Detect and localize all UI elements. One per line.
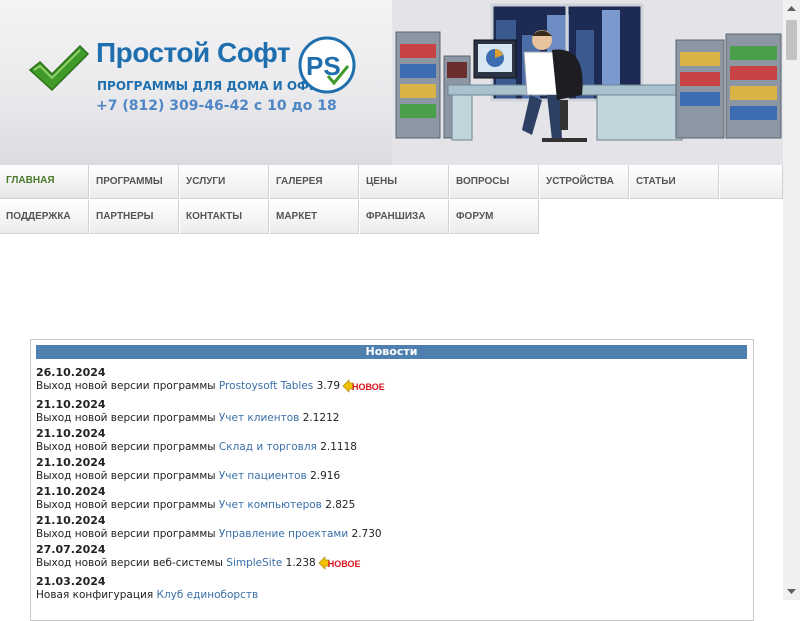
scroll-up-arrow-icon[interactable] — [783, 0, 800, 17]
nav-item-tseny[interactable]: ЦЕНЫ — [360, 165, 449, 199]
news-prefix: Выход новой версии веб-системы — [36, 557, 227, 569]
nav-item-forum[interactable]: ФОРУМ — [450, 200, 539, 234]
ps-logo-text: PS — [306, 51, 341, 81]
news-prefix: Выход новой версии программы — [36, 499, 219, 511]
news-date: 21.10.2024 — [36, 514, 106, 527]
nav-item-ustroystva[interactable]: УСТРОЙСТВА — [540, 165, 629, 199]
news-version: 3.79 — [313, 380, 340, 392]
news-text: Выход новой версии веб-системы SimpleSit… — [36, 556, 736, 570]
nav-item-uslugi[interactable]: УСЛУГИ — [180, 165, 269, 199]
site-header: Простой Софт ПРОГРАММЫ ДЛЯ ДОМА И ОФИСА … — [0, 0, 783, 165]
news-link[interactable]: Управление проектами — [219, 528, 348, 540]
news-text: Выход новой версии программы Склад и тор… — [36, 440, 736, 454]
news-date: 26.10.2024 — [36, 366, 106, 379]
news-text: Выход новой версии программы Управление … — [36, 527, 736, 541]
nav-item-glavnaya[interactable]: ГЛАВНАЯ — [0, 165, 89, 199]
news-text: Выход новой версии программы Учет компью… — [36, 498, 736, 512]
vertical-scrollbar[interactable] — [783, 0, 800, 600]
news-item: 21.10.2024 Выход новой версии программы … — [36, 427, 736, 454]
news-title: Новости — [36, 345, 747, 359]
new-badge-label: НОВОЕ — [327, 559, 361, 569]
news-item: 21.10.2024 Выход новой версии программы … — [36, 485, 736, 512]
news-prefix: Выход новой версии программы — [36, 441, 219, 453]
news-item: 21.10.2024 Выход новой версии программы … — [36, 398, 736, 425]
brand-phone: +7 (812) 309-46-42 с 10 до 18 — [96, 98, 337, 114]
nav-item-franshiza[interactable]: ФРАНШИЗА — [360, 200, 449, 234]
news-date: 21.03.2024 — [36, 575, 106, 588]
news-prefix: Выход новой версии программы — [36, 470, 219, 482]
scroll-down-arrow-icon[interactable] — [783, 583, 800, 600]
new-badge: НОВОЕ — [318, 556, 364, 570]
news-version: 1.238 — [282, 557, 316, 569]
nav-item-empty — [720, 165, 783, 199]
news-date: 21.10.2024 — [36, 485, 106, 498]
news-item: 21.10.2024 Выход новой версии программы … — [36, 456, 736, 483]
news-date: 21.10.2024 — [36, 456, 106, 469]
nav-item-podderzhka[interactable]: ПОДДЕРЖКА — [0, 200, 89, 234]
news-text: Выход новой версии программы Prostoysoft… — [36, 379, 736, 393]
news-link[interactable]: Склад и торговля — [219, 441, 317, 453]
news-item: 21.10.2024 Выход новой версии программы … — [36, 514, 736, 541]
office-illustration-image — [392, 0, 783, 165]
nav-item-market[interactable]: МАРКЕТ — [270, 200, 359, 234]
nav-item-partnery[interactable]: ПАРТНЕРЫ — [90, 200, 179, 234]
brand-name[interactable]: Простой Софт — [96, 37, 291, 69]
nav-item-programmy[interactable]: ПРОГРАММЫ — [90, 165, 179, 199]
news-link[interactable]: Клуб единоборств — [156, 589, 258, 601]
news-prefix: Выход новой версии программы — [36, 528, 219, 540]
checkmark-logo-icon[interactable] — [26, 42, 90, 94]
news-version: 2.1118 — [316, 441, 357, 453]
news-prefix: Выход новой версии программы — [36, 412, 219, 424]
news-link[interactable]: SimpleSite — [226, 557, 282, 569]
news-version: 2.1212 — [299, 412, 340, 424]
news-text: Выход новой версии программы Учет пациен… — [36, 469, 736, 483]
news-item: 21.03.2024 Новая конфигурация Клуб едино… — [36, 575, 736, 602]
news-link[interactable]: Учет компьютеров — [219, 499, 322, 511]
news-prefix: Выход новой версии программы — [36, 380, 219, 392]
news-link[interactable]: Учет клиентов — [219, 412, 299, 424]
news-version: 2.916 — [306, 470, 341, 482]
news-version: 2.825 — [321, 499, 356, 511]
news-panel: Новости 26.10.2024 Выход новой версии пр… — [30, 339, 754, 621]
news-date: 21.10.2024 — [36, 398, 106, 411]
ps-logo-icon: PS — [298, 36, 356, 94]
news-text: Выход новой версии программы Учет клиент… — [36, 411, 736, 425]
news-link[interactable]: Prostoysoft Tables — [219, 380, 313, 392]
nav-item-voprosy[interactable]: ВОПРОСЫ — [450, 165, 539, 199]
news-version: 2.730 — [348, 528, 382, 540]
scroll-thumb[interactable] — [786, 20, 797, 60]
news-prefix: Новая конфигурация — [36, 589, 157, 601]
new-badge-label: НОВОЕ — [352, 382, 385, 392]
news-item: 27.07.2024 Выход новой версии веб-систем… — [36, 543, 736, 570]
new-badge: НОВОЕ — [342, 379, 388, 393]
nav-item-galereya[interactable]: ГАЛЕРЕЯ — [270, 165, 359, 199]
news-date: 27.07.2024 — [36, 543, 106, 556]
nav-item-stati[interactable]: СТАТЬИ — [630, 165, 719, 199]
news-date: 21.10.2024 — [36, 427, 106, 440]
news-link[interactable]: Учет пациентов — [219, 470, 307, 482]
nav-item-kontakty[interactable]: КОНТАКТЫ — [180, 200, 269, 234]
news-item: 26.10.2024 Выход новой версии программы … — [36, 366, 736, 393]
